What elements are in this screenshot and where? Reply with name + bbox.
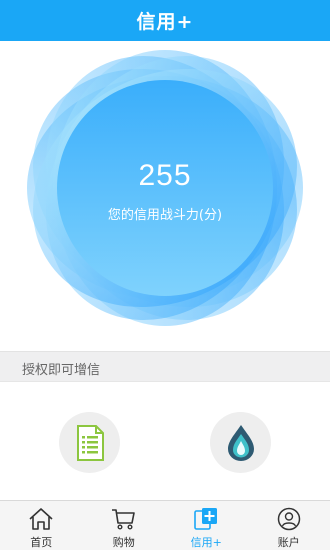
user-icon	[277, 507, 300, 531]
section-title: 授权即可增信	[22, 363, 101, 378]
home-icon	[29, 508, 53, 530]
tab-home[interactable]: 首页	[0, 501, 83, 550]
section-header: 授权即可增信	[0, 351, 330, 382]
document-list-icon	[76, 424, 104, 461]
tab-label-shopping: 购物	[112, 536, 135, 549]
water-drop-icon	[227, 424, 254, 461]
authorize-document-button[interactable]	[59, 412, 120, 473]
authorize-drop-button[interactable]	[210, 412, 271, 473]
tab-credit-plus[interactable]: 信用+	[165, 501, 248, 550]
tab-label-home: 首页	[30, 536, 53, 549]
credit-plus-icon	[194, 508, 218, 530]
tab-label-account: 账户	[277, 536, 300, 549]
tab-shopping[interactable]: 购物	[83, 501, 166, 550]
page-title: 信用+	[136, 11, 194, 33]
score-flower-graphic	[27, 50, 303, 326]
credit-score-label: 您的信用战斗力(分)	[107, 208, 223, 223]
credit-score-value: 255	[138, 159, 192, 192]
header-bar: 信用+	[0, 0, 330, 41]
credit-score-panel: 255 您的信用战斗力(分)	[0, 41, 330, 351]
cart-icon	[111, 509, 135, 530]
tab-label-credit-plus: 信用+	[190, 536, 222, 549]
bottom-tab-bar: 首页 购物 信用+ 账户	[0, 500, 330, 550]
authorization-list	[0, 382, 330, 500]
tab-account[interactable]: 账户	[248, 501, 330, 550]
